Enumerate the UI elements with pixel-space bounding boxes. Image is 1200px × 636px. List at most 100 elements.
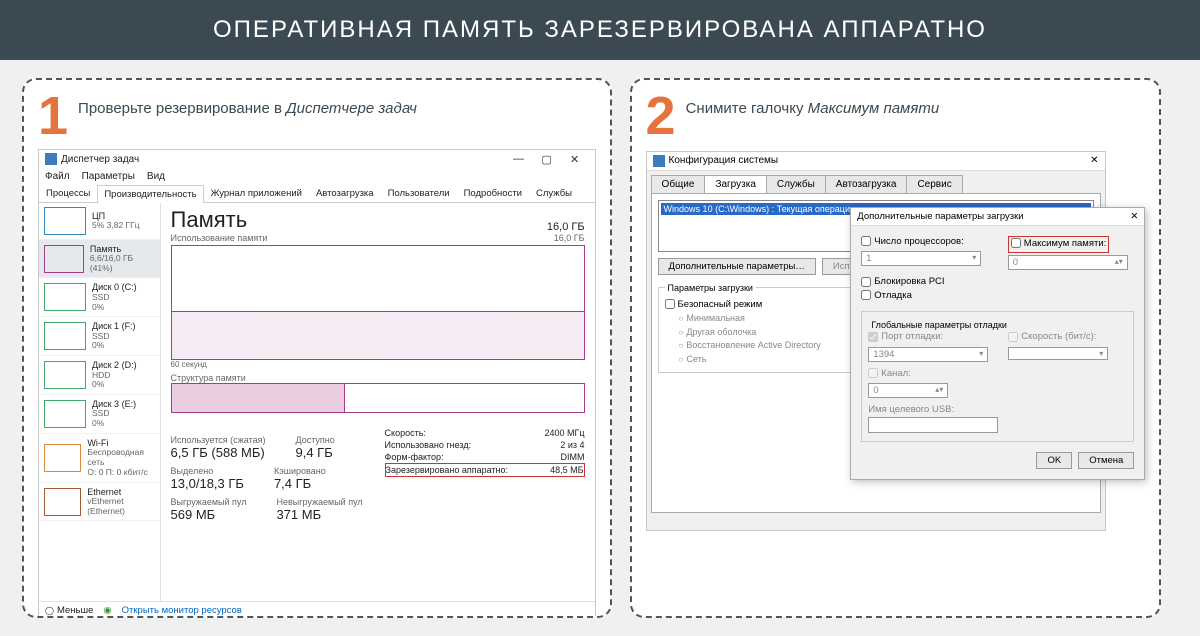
cached-value: 7,4 ГБ — [274, 476, 326, 491]
msconfig-close-button[interactable]: ✕ — [1090, 155, 1098, 166]
pcilock-checkbox[interactable]: Блокировка PCI — [861, 276, 944, 287]
channel-spinner[interactable]: 0▴▾ — [868, 383, 948, 398]
cancel-button[interactable]: Отмена — [1078, 452, 1134, 469]
page-header: ОПЕРАТИВНАЯ ПАМЯТЬ ЗАРЕЗЕРВИРОВАНА АППАР… — [0, 0, 1200, 60]
adv-dialog-close-button[interactable]: ✕ — [1130, 211, 1138, 222]
usage-label: Использование памяти — [171, 233, 268, 243]
advanced-options-button[interactable]: Дополнительные параметры… — [658, 258, 816, 275]
baudrate-combo[interactable]: ▾ — [1008, 347, 1108, 360]
avail-label: Доступно — [296, 435, 335, 445]
tab-users[interactable]: Пользователи — [381, 184, 457, 202]
paged-value: 569 МБ — [171, 507, 247, 522]
tab-services[interactable]: Службы — [529, 184, 579, 202]
msconfig-icon — [653, 155, 665, 167]
usb-target-input[interactable] — [868, 417, 998, 433]
form-value: DIMM — [561, 452, 585, 462]
msconfig-title: Конфигурация системы — [669, 155, 779, 166]
form-label: Форм-фактор: — [385, 452, 444, 462]
sidebar-disk1[interactable]: Диск 1 (F:)SSD0% — [39, 317, 160, 356]
chevron-down-icon: ▾ — [1099, 349, 1103, 358]
tab-performance[interactable]: Производительность — [97, 185, 203, 203]
sidebar-cpu[interactable]: ЦП5% 3,82 ГГц — [39, 203, 160, 240]
safe-ad-repair[interactable]: Восстановление Active Directory — [679, 339, 821, 353]
paged-label: Выгружаемый пул — [171, 497, 247, 507]
msc-tab-boot[interactable]: Загрузка — [704, 175, 766, 193]
cached-label: Кэшировано — [274, 466, 326, 476]
tab-apphistory[interactable]: Журнал приложений — [204, 184, 309, 202]
wifi-rate: О: 0 П: 0 кбит/с — [87, 468, 154, 478]
numproc-checkbox[interactable]: Число процессоров: — [861, 236, 963, 247]
menu-view[interactable]: Вид — [147, 171, 165, 182]
taskmgr-footer: Меньше ◉ Открыть монитор ресурсов — [39, 601, 595, 618]
committed-value: 13,0/18,3 ГБ — [171, 476, 244, 491]
maximize-button[interactable]: ▢ — [533, 153, 561, 166]
eth-mini-chart — [44, 488, 81, 516]
sidebar-wifi[interactable]: Wi-FiБеспроводная сетьО: 0 П: 0 кбит/с — [39, 434, 160, 483]
tab-details[interactable]: Подробности — [457, 184, 529, 202]
debugport-combo[interactable]: 1394▾ — [868, 347, 988, 362]
msc-tab-services[interactable]: Службы — [766, 175, 826, 193]
reserved-value: 48,5 МБ — [550, 465, 583, 475]
disk0-pct: 0% — [92, 303, 137, 313]
sidebar-disk2[interactable]: Диск 2 (D:)HDD0% — [39, 356, 160, 395]
boot-advanced-dialog: Дополнительные параметры загрузки ✕ Числ… — [850, 207, 1145, 481]
memory-composition-label: Структура памяти — [171, 373, 585, 383]
speed-label: Скорость: — [385, 428, 426, 438]
safe-network[interactable]: Сеть — [679, 353, 821, 367]
debug-params-title: Глобальные параметры отладки — [868, 320, 1010, 330]
msconfig-tabs: Общие Загрузка Службы Автозагрузка Серви… — [647, 171, 1105, 193]
safeboot-checkbox[interactable]: Безопасный режим — [665, 299, 763, 310]
step-2-text-em: Максимум памяти — [808, 100, 940, 117]
panels-row: 1 Проверьте резервирование в Диспетчере … — [0, 60, 1200, 618]
close-button[interactable]: ✕ — [561, 153, 589, 166]
memory-heading: Память — [171, 207, 248, 233]
chevron-down-icon: ▾ — [979, 349, 983, 360]
menu-file[interactable]: Файл — [45, 171, 70, 182]
wifi-mini-chart — [44, 444, 81, 472]
inuse-value: 6,5 ГБ (588 МБ) — [171, 445, 266, 460]
sidebar-memory[interactable]: Память6,6/16,0 ГБ (41%) — [39, 240, 160, 279]
cpu-sub: 5% 3,82 ГГц — [92, 221, 140, 231]
slots-label: Использовано гнезд: — [385, 440, 472, 450]
resource-monitor-icon: ◉ — [103, 605, 111, 616]
tab-processes[interactable]: Процессы — [39, 184, 97, 202]
menu-options[interactable]: Параметры — [82, 171, 135, 182]
mem-sub: 6,6/16,0 ГБ (41%) — [90, 254, 155, 274]
numproc-combo[interactable]: 1▾ — [861, 251, 981, 266]
debugport-checkbox[interactable]: Порт отладки: — [868, 331, 943, 342]
minimize-button[interactable]: — — [505, 153, 533, 165]
maxmem-checkbox[interactable]: Максимум памяти: — [1011, 238, 1106, 249]
perf-sidebar: ЦП5% 3,82 ГГц Память6,6/16,0 ГБ (41%) Ди… — [39, 203, 161, 601]
sidebar-disk3[interactable]: Диск 3 (E:)SSD0% — [39, 395, 160, 434]
speed-value: 2400 МГц — [544, 428, 584, 438]
safeboot-radios: Минимальная Другая оболочка Восстановлен… — [679, 312, 821, 366]
ok-button[interactable]: OK — [1036, 452, 1072, 469]
msc-tab-general[interactable]: Общие — [651, 175, 706, 193]
step-1-head: 1 Проверьте резервирование в Диспетчере … — [38, 92, 596, 141]
disk2-label: Диск 2 (D:) — [92, 360, 137, 370]
maxmem-spinner[interactable]: 0▴▾ — [1008, 255, 1128, 270]
sidebar-ethernet[interactable]: EthernetvEthernet (Ethernet) — [39, 483, 160, 522]
step-2-panel: 2 Снимите галочку Максимум памяти Конфиг… — [630, 78, 1162, 618]
open-resource-monitor-link[interactable]: Открыть монитор ресурсов — [122, 605, 242, 616]
sidebar-disk0[interactable]: Диск 0 (C:)SSD0% — [39, 278, 160, 317]
slots-value: 2 из 4 — [560, 440, 584, 450]
tab-startup[interactable]: Автозагрузка — [309, 184, 381, 202]
baudrate-checkbox[interactable]: Скорость (бит/с): — [1008, 331, 1096, 342]
safe-minimal[interactable]: Минимальная — [679, 312, 821, 326]
disk2-mini-chart — [44, 361, 86, 389]
msc-tab-tools[interactable]: Сервис — [906, 175, 962, 193]
msc-tab-startup[interactable]: Автозагрузка — [825, 175, 908, 193]
channel-checkbox[interactable]: Канал: — [868, 368, 911, 379]
step-2-text: Снимите галочку Максимум памяти — [686, 92, 940, 119]
eth-sub: vEthernet (Ethernet) — [87, 497, 154, 517]
step-1-text-pre: Проверьте резервирование в — [78, 100, 286, 117]
debug-checkbox[interactable]: Отладка — [861, 290, 912, 301]
disk2-pct: 0% — [92, 380, 137, 390]
disk3-mini-chart — [44, 400, 86, 428]
taskmgr-title: Диспетчер задач — [61, 154, 139, 165]
safe-altshell[interactable]: Другая оболочка — [679, 326, 821, 340]
committed-label: Выделено — [171, 466, 244, 476]
fewer-details-button[interactable]: Меньше — [45, 605, 93, 616]
sixty-seconds-label: 60 секунд — [171, 360, 585, 369]
